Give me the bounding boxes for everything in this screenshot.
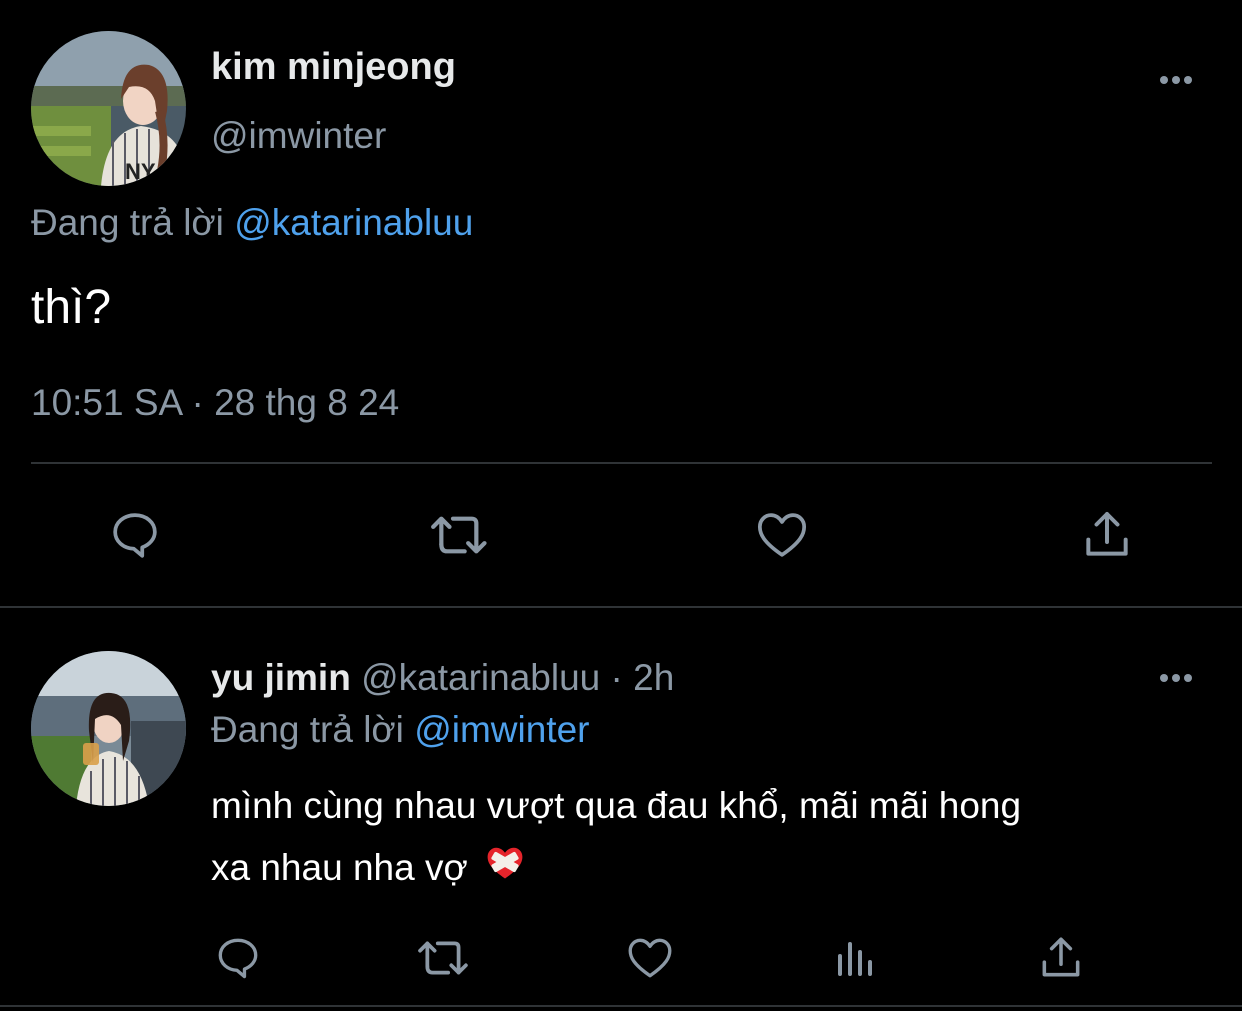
reply-more-options-button[interactable] (1160, 674, 1192, 682)
retweet-icon (431, 516, 487, 554)
reply-display-name[interactable]: yu jimin (211, 657, 351, 698)
reply-text-line-2: xa nhau nha vợ (211, 837, 1021, 901)
reply-text-line-2-words: xa nhau nha vợ (211, 847, 468, 888)
replying-prefix: Đang trả lời (211, 709, 404, 750)
reply-reply-button[interactable] (210, 930, 266, 986)
dot-icon (1184, 76, 1192, 84)
reply-text-line-1: mình cùng nhau vượt qua đau khổ, mãi mãi… (211, 785, 1022, 826)
dot-icon (1172, 76, 1180, 84)
like-button[interactable] (752, 505, 812, 565)
like-icon (628, 938, 672, 978)
profile-photo-icon (31, 651, 186, 806)
reply-header: yu jimin @katarinabluu · 2h (211, 656, 674, 700)
tweet-timestamp[interactable]: 10:51 SA · 28 thg 8 24 (31, 381, 399, 425)
mending-heart-icon (484, 839, 526, 901)
views-icon (838, 942, 872, 976)
bottom-divider (0, 1005, 1242, 1007)
reply-text: mình cùng nhau vượt qua đau khổ, mãi mãi… (211, 775, 1021, 901)
retweet-icon (418, 941, 468, 975)
replying-to-link[interactable]: @imwinter (414, 709, 589, 750)
share-icon (1086, 512, 1128, 556)
display-name[interactable]: kim minjeong (211, 45, 456, 89)
reply-share-button[interactable] (1033, 930, 1089, 986)
reply-retweet-button[interactable] (412, 930, 476, 986)
divider (31, 462, 1212, 464)
replying-prefix: Đang trả lời (31, 202, 224, 243)
section-divider (0, 606, 1242, 608)
reply-icon (218, 938, 258, 979)
replying-to-link[interactable]: @katarinabluu (234, 202, 473, 243)
reply-handle[interactable]: @katarinabluu (361, 657, 600, 698)
handle[interactable]: @imwinter (211, 114, 386, 158)
dot-icon (1184, 674, 1192, 682)
svg-text:NY: NY (125, 159, 156, 184)
avatar-kim-minjeong[interactable]: NY (31, 31, 186, 186)
reply-time[interactable]: · 2h (611, 657, 675, 698)
dot-icon (1172, 674, 1180, 682)
reply-like-button[interactable] (622, 930, 678, 986)
reply-icon (113, 513, 157, 558)
share-button[interactable] (1077, 505, 1137, 565)
tweet-text: thì? (31, 281, 112, 334)
views-button[interactable] (828, 930, 884, 986)
reply-replying-to-line: Đang trả lời @imwinter (211, 708, 590, 752)
more-options-button[interactable] (1160, 76, 1192, 84)
dot-icon (1160, 674, 1168, 682)
dot-icon (1160, 76, 1168, 84)
replying-to-line: Đang trả lời @katarinabluu (31, 201, 473, 245)
reply-button[interactable] (105, 505, 165, 565)
like-icon (757, 513, 807, 557)
retweet-button[interactable] (425, 505, 495, 565)
share-icon (1042, 937, 1080, 977)
avatar-yu-jimin[interactable] (31, 651, 186, 806)
profile-photo-icon: NY (31, 31, 186, 186)
